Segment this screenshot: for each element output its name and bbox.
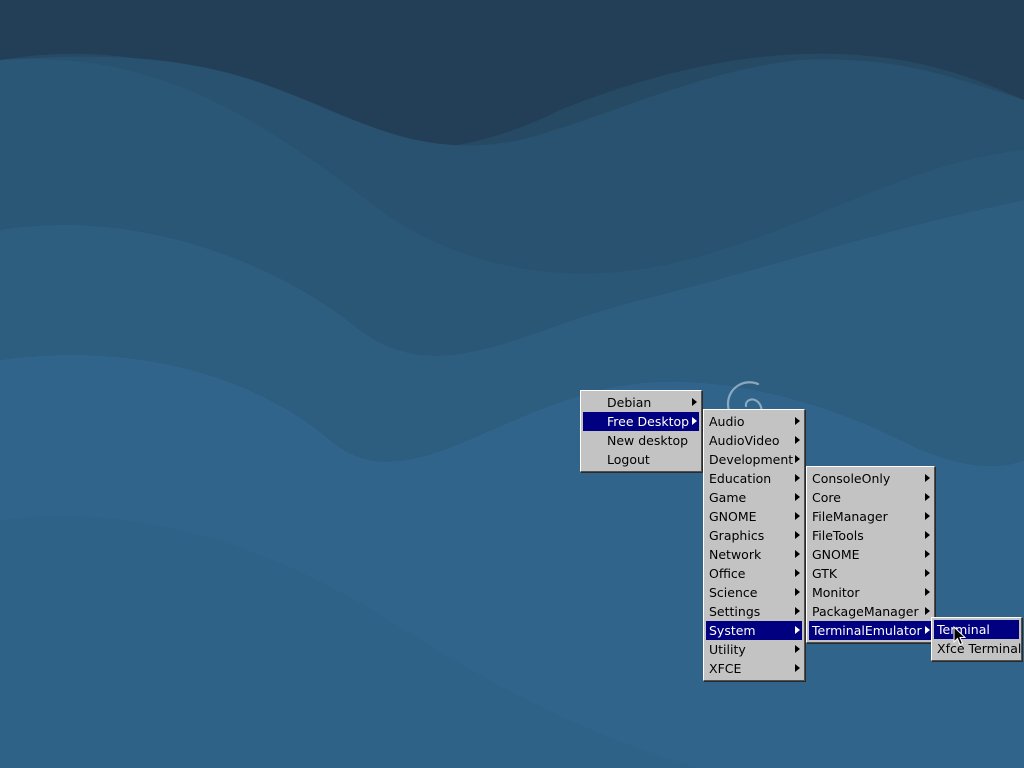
menu-item-xfce-terminal[interactable]: Xfce Terminal	[934, 639, 1022, 658]
menu-item-label: FileManager	[812, 509, 888, 524]
menu-item-label: Settings	[709, 604, 761, 619]
menu-item-education[interactable]: Education	[706, 469, 802, 488]
menu-item-game[interactable]: Game	[706, 488, 802, 507]
menu-item-label: Office	[709, 566, 746, 581]
menu-item-label: Debian	[607, 395, 652, 410]
menu-item-free-desktop[interactable]: Free Desktop	[583, 412, 699, 431]
menu-item-filetools[interactable]: FileTools	[809, 526, 932, 545]
menu-item-system[interactable]: System	[706, 621, 802, 640]
root-menu: Debian Free Desktop New desktop Logout	[580, 390, 702, 472]
menu-item-label: Logout	[607, 452, 650, 467]
menu-item-label: GNOME	[709, 509, 757, 524]
menu-item-label: Xfce Terminal	[937, 641, 1022, 656]
menu-item-xfce[interactable]: XFCE	[706, 659, 802, 678]
menu-item-terminal[interactable]: Terminal	[934, 620, 1019, 639]
submenu-arrow-icon	[692, 417, 697, 425]
menu-item-label: AudioVideo	[709, 433, 780, 448]
menu-item-development[interactable]: Development	[706, 450, 802, 469]
submenu-arrow-icon	[795, 493, 800, 501]
menu-item-label: Graphics	[709, 528, 765, 543]
terminal-emulator-submenu: Terminal Xfce Terminal	[931, 617, 1022, 661]
submenu-arrow-icon	[925, 531, 930, 539]
menu-item-gnome[interactable]: GNOME	[809, 545, 932, 564]
menu-item-audio[interactable]: Audio	[706, 412, 802, 431]
menu-item-audiovideo[interactable]: AudioVideo	[706, 431, 802, 450]
menu-item-label: Game	[709, 490, 747, 505]
menu-item-label: PackageManager	[812, 604, 919, 619]
menu-item-label: System	[709, 623, 756, 638]
menu-item-science[interactable]: Science	[706, 583, 802, 602]
menu-item-label: Development	[709, 452, 794, 467]
submenu-arrow-icon	[925, 569, 930, 577]
submenu-arrow-icon	[795, 455, 800, 463]
menu-item-graphics[interactable]: Graphics	[706, 526, 802, 545]
menu-item-utility[interactable]: Utility	[706, 640, 802, 659]
submenu-arrow-icon	[795, 531, 800, 539]
menu-item-label: XFCE	[709, 661, 742, 676]
submenu-arrow-icon	[795, 436, 800, 444]
submenu-arrow-icon	[925, 474, 930, 482]
desktop[interactable]	[0, 0, 1024, 768]
submenu-arrow-icon	[795, 569, 800, 577]
menu-item-settings[interactable]: Settings	[706, 602, 802, 621]
menu-item-label: GTK	[812, 566, 838, 581]
submenu-arrow-icon	[925, 607, 930, 615]
menu-item-label: Core	[812, 490, 841, 505]
menu-item-office[interactable]: Office	[706, 564, 802, 583]
menu-item-label: FileTools	[812, 528, 864, 543]
menu-item-label: Audio	[709, 414, 745, 429]
menu-item-consoleonly[interactable]: ConsoleOnly	[809, 469, 932, 488]
menu-item-label: Network	[709, 547, 762, 562]
menu-item-terminalemulator[interactable]: TerminalEmulator	[809, 621, 932, 640]
submenu-arrow-icon	[795, 626, 800, 634]
menu-item-new-desktop[interactable]: New desktop	[583, 431, 699, 450]
menu-item-packagemanager[interactable]: PackageManager	[809, 602, 932, 621]
submenu-arrow-icon	[795, 417, 800, 425]
menu-item-network[interactable]: Network	[706, 545, 802, 564]
menu-item-filemanager[interactable]: FileManager	[809, 507, 932, 526]
arrow-pointer-icon	[953, 626, 967, 646]
system-submenu: ConsoleOnly Core FileManager FileTools GNOME…	[806, 466, 935, 643]
menu-item-monitor[interactable]: Monitor	[809, 583, 932, 602]
menu-item-gnome[interactable]: GNOME	[706, 507, 802, 526]
menu-item-label: New desktop	[607, 433, 689, 448]
free-desktop-submenu: Audio AudioVideo Development Education Game G…	[703, 409, 805, 681]
menu-item-gtk[interactable]: GTK	[809, 564, 932, 583]
submenu-arrow-icon	[795, 664, 800, 672]
menu-item-label: Science	[709, 585, 758, 600]
submenu-arrow-icon	[795, 588, 800, 596]
submenu-arrow-icon	[795, 645, 800, 653]
menu-item-core[interactable]: Core	[809, 488, 932, 507]
menu-item-label: TerminalEmulator	[812, 623, 922, 638]
submenu-arrow-icon	[925, 493, 930, 501]
submenu-arrow-icon	[795, 550, 800, 558]
menu-item-label: Education	[709, 471, 772, 486]
submenu-arrow-icon	[795, 474, 800, 482]
wallpaper	[0, 0, 1024, 768]
menu-item-label: Monitor	[812, 585, 860, 600]
submenu-arrow-icon	[925, 550, 930, 558]
menu-item-label: Free Desktop	[607, 414, 690, 429]
submenu-arrow-icon	[925, 626, 930, 634]
menu-item-label: GNOME	[812, 547, 860, 562]
submenu-arrow-icon	[795, 607, 800, 615]
menu-item-debian[interactable]: Debian	[583, 393, 699, 412]
submenu-arrow-icon	[925, 512, 930, 520]
menu-item-logout[interactable]: Logout	[583, 450, 699, 469]
submenu-arrow-icon	[692, 398, 697, 406]
submenu-arrow-icon	[925, 588, 930, 596]
menu-item-label: Utility	[709, 642, 746, 657]
submenu-arrow-icon	[795, 512, 800, 520]
menu-item-label: ConsoleOnly	[812, 471, 891, 486]
